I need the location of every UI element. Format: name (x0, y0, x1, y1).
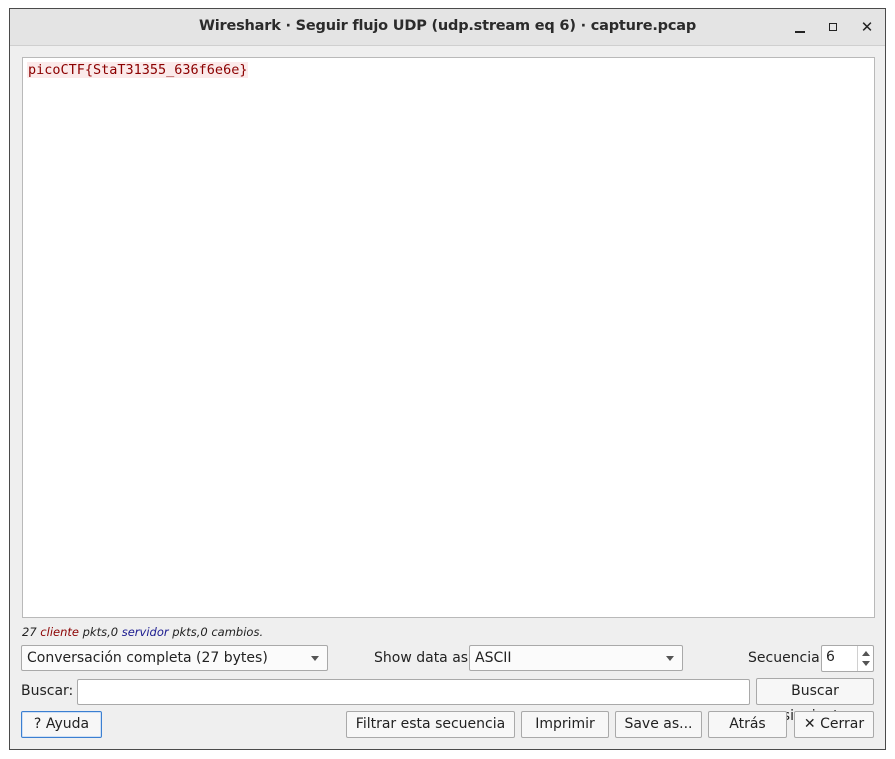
close-icon: ✕ (803, 716, 816, 732)
close-label: Cerrar (820, 716, 865, 732)
conversation-select-value: Conversación completa (27 bytes) (27, 650, 268, 666)
chevron-down-icon (311, 656, 319, 661)
close-icon: ✕ (860, 18, 874, 36)
help-label: Ayuda (45, 716, 90, 732)
server-label: servidor (121, 625, 169, 639)
stream-number-value: 6 (826, 649, 835, 665)
chevron-down-icon (666, 656, 674, 661)
minimize-icon (795, 31, 805, 33)
help-icon: ? (33, 716, 42, 732)
follow-stream-dialog: Wireshark · Seguir flujo UDP (udp.stream… (9, 8, 886, 750)
turns-count: 0 cambios. (200, 625, 264, 639)
client-stream-text: picoCTF{StaT31355_636f6e6e} (27, 62, 249, 78)
maximize-icon (829, 23, 837, 31)
filter-out-label: Filtrar esta secuencia (355, 716, 506, 732)
client-suffix: pkts, (82, 625, 111, 639)
close-window-button[interactable]: ✕ (856, 16, 878, 38)
stream-content-area[interactable]: picoCTF{StaT31355_636f6e6e} (22, 57, 875, 618)
chevron-down-icon[interactable] (862, 661, 870, 666)
title-bar[interactable]: Wireshark · Seguir flujo UDP (udp.stream… (10, 9, 885, 46)
print-label: Imprimir (535, 716, 595, 732)
close-button[interactable]: ✕ Cerrar (794, 711, 874, 738)
find-input[interactable] (77, 679, 750, 705)
show-data-select[interactable]: ASCII (469, 645, 683, 671)
maximize-button[interactable] (822, 16, 844, 38)
save-as-button[interactable]: Save as... (615, 711, 702, 738)
show-data-label: Show data as (374, 650, 469, 666)
find-next-button[interactable]: Buscar siguiente (756, 678, 874, 724)
find-label: Buscar: (21, 683, 74, 699)
filter-out-stream-button[interactable]: Filtrar esta secuencia (346, 711, 515, 738)
stream-number-spinbox[interactable]: 6 (821, 645, 874, 672)
stream-stats: 27 cliente pkts,0 servidor pkts,0 cambio… (22, 625, 263, 639)
server-suffix: pkts, (172, 625, 201, 639)
minimize-button[interactable] (789, 16, 811, 38)
chevron-up-icon[interactable] (862, 651, 870, 656)
help-button[interactable]: ? Ayuda (21, 711, 102, 738)
window-title: Wireshark · Seguir flujo UDP (udp.stream… (198, 18, 697, 34)
back-label: Atrás (729, 716, 766, 732)
client-label: cliente (40, 625, 79, 639)
back-button[interactable]: Atrás (708, 711, 787, 738)
stream-number-label: Secuencia (748, 650, 820, 666)
save-as-label: Save as... (624, 716, 693, 732)
show-data-select-value: ASCII (475, 650, 512, 666)
server-packet-count: 0 (110, 625, 119, 639)
client-packet-count: 27 (22, 625, 37, 639)
print-button[interactable]: Imprimir (521, 711, 609, 738)
spin-buttons[interactable] (857, 646, 873, 671)
conversation-select[interactable]: Conversación completa (27 bytes) (21, 645, 328, 671)
